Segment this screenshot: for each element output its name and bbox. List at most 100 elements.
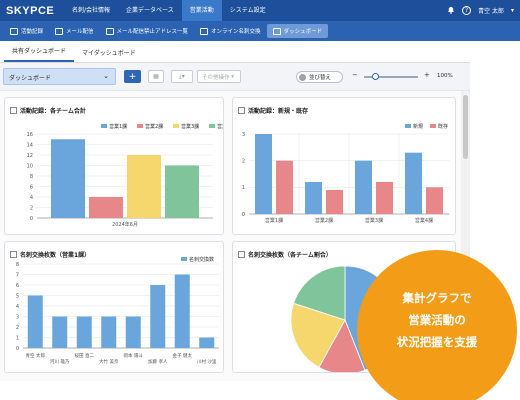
topnav-item-settings[interactable]: システム設定 — [222, 0, 274, 21]
y-tick-label: 16 — [27, 132, 33, 138]
app-logo[interactable]: SKYPCE — [6, 5, 64, 17]
bar — [76, 316, 92, 348]
download-button[interactable]: ⤓▾ — [171, 70, 193, 83]
y-tick-label: 8 — [16, 262, 19, 268]
zoom-slider-handle[interactable] — [371, 73, 379, 80]
bar — [426, 187, 443, 214]
x-tick-label: 桜田 直二 — [75, 352, 95, 359]
legend-swatch — [430, 124, 436, 128]
legend-label: 新規 — [413, 123, 423, 130]
y-tick-label: 0 — [30, 216, 33, 222]
zoom-in-button[interactable]: + — [424, 71, 430, 79]
user-name[interactable]: 青空 太郎 — [478, 6, 504, 15]
widget-cards-team1[interactable]: 名刺交換枚数（営業1課） 0 1 2 3 4 5 6 7 8 名刺交換数 青空 太郎 河川 雄乃 桜田 … — [4, 241, 224, 373]
subnav-item-mail-block[interactable]: メール配信禁止アドレス一覧 — [100, 24, 195, 38]
mail-icon — [55, 27, 64, 35]
y-tick-label: 5 — [16, 293, 19, 299]
widget-title-text: 名刺交換枚数（各チーム割合） — [248, 252, 332, 259]
x-tick-label: 川村 沙里 — [197, 358, 217, 365]
bar — [89, 197, 123, 218]
bar — [376, 182, 393, 214]
y-tick-label: 7 — [16, 272, 19, 278]
other-ops-button[interactable]: その他操作 ▾ — [197, 70, 241, 83]
y-tick-label: 4 — [30, 195, 33, 201]
widget-team-total[interactable]: 活動記録：各チーム合計 0 2 4 6 8 10 12 14 16 営業1課 営業2課 営業3課 営業4… — [4, 97, 224, 235]
scrollbar-thumb[interactable] — [463, 95, 468, 159]
grid-icon: ▦ — [153, 73, 159, 80]
y-tick-label: 2 — [242, 158, 245, 164]
widget-title: 活動記録：新規・既存 — [238, 106, 308, 115]
tab-shared-dashboard[interactable]: 共有ダッシュボード — [4, 46, 75, 62]
widget-title-text: 名刺交換枚数（営業1課） — [20, 252, 91, 259]
subnav-label: オンライン名刺交換 — [211, 29, 261, 35]
bar — [101, 316, 117, 348]
tab-my-dashboard[interactable]: マイダッシュボード — [74, 48, 144, 62]
y-tick-label: 0 — [16, 346, 19, 352]
subnav-item-mail[interactable]: メール配信 — [49, 24, 100, 38]
user-chevron-icon[interactable]: ▾ — [511, 7, 514, 14]
legend-label: 既存 — [438, 123, 448, 130]
reorder-label: 並び替え — [309, 75, 332, 81]
x-tick-label: 岡本 陽斗 — [124, 352, 144, 359]
bell-icon[interactable] — [447, 5, 455, 16]
y-tick-label: 0 — [242, 212, 245, 218]
bar — [199, 337, 215, 348]
help-icon[interactable]: ? — [462, 6, 472, 15]
zoom-out-button[interactable]: − — [352, 71, 358, 83]
bar — [305, 182, 322, 214]
callout-line: 営業活動の — [408, 313, 466, 327]
legend-label: 営業1課 — [109, 123, 127, 130]
chevron-down-icon: ⌄ — [103, 72, 109, 80]
zoom-value: 100% — [437, 73, 453, 79]
bar — [255, 134, 272, 214]
y-tick-label: 3 — [242, 132, 245, 138]
activity-icon — [10, 27, 18, 35]
bar — [276, 160, 293, 214]
widget-title: 活動記録：各チーム合計 — [10, 106, 86, 115]
legend-label: 名刺交換数 — [189, 256, 214, 263]
x-tick-label: 営業4課 — [415, 217, 433, 224]
zoom-slider[interactable] — [364, 73, 418, 80]
bar — [150, 285, 166, 348]
bar — [405, 152, 422, 214]
y-tick-label: 2 — [16, 325, 19, 331]
bar — [355, 160, 372, 214]
widget-checkbox[interactable] — [10, 251, 17, 258]
reorder-toggle[interactable]: 並び替え — [296, 71, 343, 83]
widget-checkbox[interactable] — [238, 251, 245, 258]
subnav-label: ダッシュボード — [283, 29, 323, 35]
legend-swatch — [209, 124, 215, 128]
subnav-label: 活動記録 — [21, 29, 44, 35]
mail-block-icon — [105, 27, 114, 35]
subnav-item-dashboard[interactable]: ダッシュボード — [266, 24, 329, 38]
legend-swatch — [173, 124, 179, 128]
topnav-item-sales[interactable]: 営業活動 — [181, 0, 222, 21]
x-tick-label: 加藤 孝人 — [148, 358, 168, 365]
callout-line: 状況把握を支援 — [396, 335, 478, 349]
subnav-item-online-card[interactable]: オンライン名刺交換 — [194, 24, 267, 38]
widget-checkbox[interactable] — [238, 107, 245, 114]
add-widget-button[interactable]: + — [124, 70, 141, 83]
dashboard-select[interactable]: ダッシュボード ⌄ — [3, 68, 116, 85]
subnav-item-activity[interactable]: 活動記録 — [4, 24, 49, 38]
x-tick-label: 大竹 美奈 — [99, 358, 119, 365]
widget-title: 名刺交換枚数（営業1課） — [10, 250, 90, 259]
sub-nav-bar: 活動記録 メール配信 メール配信禁止アドレス一覧 オンライン名刺交換 ダッシュボ… — [0, 21, 520, 41]
chart-cards-team1: 0 1 2 3 4 5 6 7 8 名刺交換数青空 太郎河川 雄乃桜田 直二大竹 美奈岡本 陽斗加… — [16, 256, 219, 365]
export-button[interactable]: ▦ — [148, 70, 164, 83]
bar — [52, 316, 68, 348]
widget-checkbox[interactable] — [10, 107, 17, 114]
x-tick-label: 営業1課 — [265, 217, 283, 224]
dashboard-toolbar: ダッシュボード ⌄ + ▦ ⤓▾ その他操作 ▾ 並び替え − + 100% — [0, 63, 470, 91]
y-tick-label: 1 — [16, 335, 19, 341]
topnav-item-cards[interactable]: 名刺/会社情報 — [64, 0, 118, 21]
widget-new-existing[interactable]: 活動記録：新規・既存 0 1 2 3 新規 既存 営業1課 営業2課 営業3課 営業4課 — [232, 97, 456, 235]
x-tick-label: 営業3課 — [365, 217, 383, 224]
legend-swatch — [181, 257, 187, 261]
y-tick-label: 6 — [16, 283, 19, 289]
online-card-icon — [200, 27, 209, 35]
bar — [125, 316, 141, 348]
topnav-item-company-db[interactable]: 企業データベース — [118, 0, 182, 21]
bar — [127, 155, 161, 218]
legend-swatch — [137, 124, 143, 128]
